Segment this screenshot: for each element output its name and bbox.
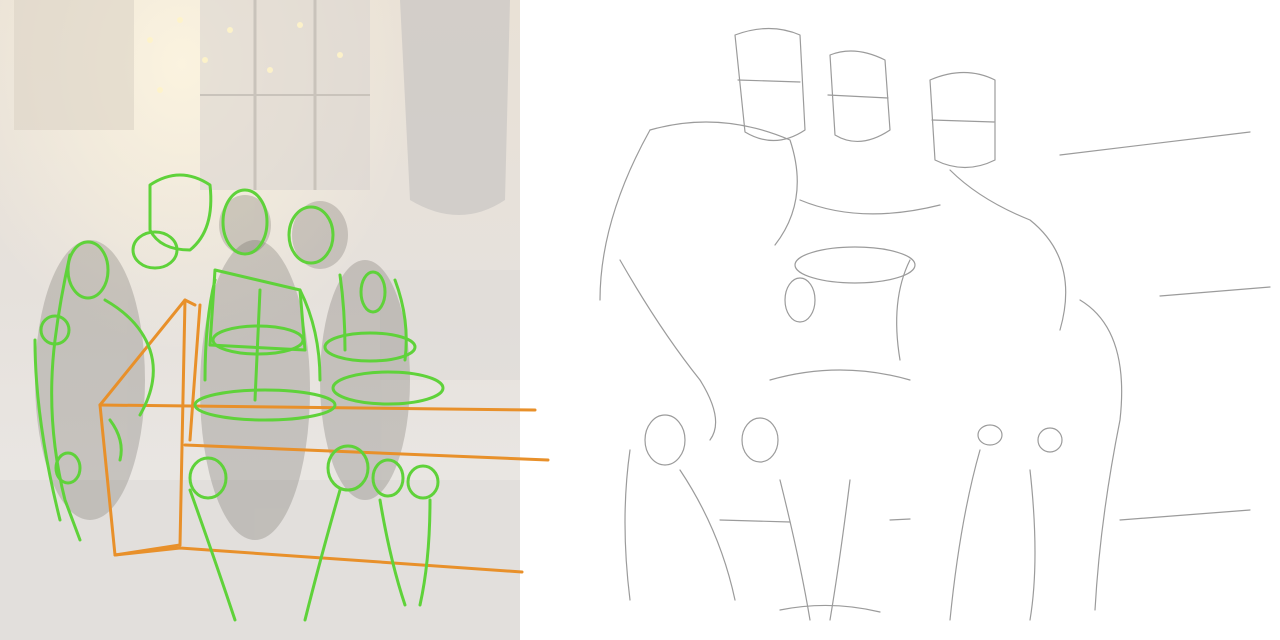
perspective-box	[98, 298, 550, 574]
pencil-sketch	[599, 27, 1271, 621]
drawing-comparison	[0, 0, 1280, 640]
gesture-overlay	[33, 173, 550, 622]
